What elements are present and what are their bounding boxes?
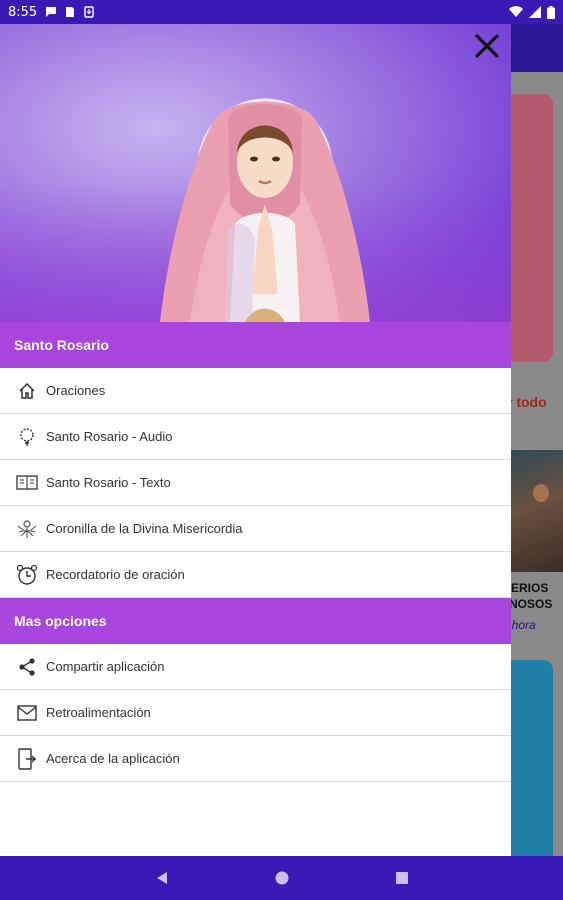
chat-icon bbox=[46, 7, 57, 17]
thumbnail-link: ahora bbox=[511, 618, 536, 632]
home-icon bbox=[16, 380, 38, 402]
close-icon bbox=[474, 33, 500, 59]
rosary-icon bbox=[16, 426, 38, 448]
back-icon bbox=[156, 872, 167, 884]
menu-item-acerca[interactable]: Acerca de la aplicación bbox=[0, 736, 511, 782]
divine-mercy-icon bbox=[16, 518, 38, 540]
wifi-icon bbox=[509, 6, 523, 18]
menu-item-label: Acerca de la aplicación bbox=[46, 751, 180, 766]
sim-icon bbox=[66, 7, 75, 17]
background-app-bar bbox=[511, 24, 563, 72]
menu-item-santo-rosario-audio[interactable]: Santo Rosario - Audio bbox=[0, 414, 511, 460]
battery-icon bbox=[547, 5, 555, 19]
status-right bbox=[509, 5, 555, 19]
section-header-mas-opciones: Mas opciones bbox=[0, 598, 511, 644]
download-icon bbox=[84, 6, 94, 18]
drawer-header-image bbox=[0, 24, 511, 322]
mail-icon bbox=[16, 702, 38, 724]
background-app: r todo ERIOS NOSOS ahora bbox=[511, 24, 563, 856]
menu-item-label: Compartir aplicación bbox=[46, 659, 165, 674]
menu-item-label: Santo Rosario - Texto bbox=[46, 475, 171, 490]
menu-item-label: Coronilla de la Divina Misericordia bbox=[46, 521, 243, 536]
background-card bbox=[511, 660, 553, 856]
mystery-thumbnail bbox=[511, 450, 563, 572]
about-icon bbox=[16, 747, 38, 770]
section-header-santo-rosario: Santo Rosario bbox=[0, 322, 511, 368]
status-bar: 8:55 bbox=[0, 0, 563, 24]
home-button[interactable] bbox=[272, 868, 292, 888]
alarm-clock-icon bbox=[16, 564, 38, 586]
background-card bbox=[511, 94, 553, 362]
recents-icon bbox=[395, 872, 408, 884]
back-button[interactable] bbox=[152, 868, 172, 888]
menu-item-recordatorio[interactable]: Recordatorio de oración bbox=[0, 552, 511, 598]
navigation-drawer: Santo Rosario Oraciones Santo Rosario - … bbox=[0, 24, 511, 856]
virgin-mary-illustration bbox=[160, 98, 370, 322]
home-circle-icon bbox=[275, 871, 288, 885]
share-icon bbox=[16, 656, 38, 678]
book-icon bbox=[16, 472, 38, 494]
menu-item-oraciones[interactable]: Oraciones bbox=[0, 368, 511, 414]
see-all-link: r todo bbox=[511, 394, 547, 410]
close-button[interactable] bbox=[469, 32, 505, 68]
menu-item-label: Santo Rosario - Audio bbox=[46, 429, 173, 444]
recents-button[interactable] bbox=[392, 868, 412, 888]
menu-item-compartir[interactable]: Compartir aplicación bbox=[0, 644, 511, 690]
thumbnail-caption: ERIOS bbox=[511, 581, 549, 595]
menu-item-label: Retroalimentación bbox=[46, 705, 151, 720]
thumbnail-figure bbox=[533, 484, 549, 502]
menu-item-santo-rosario-texto[interactable]: Santo Rosario - Texto bbox=[0, 460, 511, 506]
menu-item-label: Oraciones bbox=[46, 383, 106, 398]
menu-item-retroalimentacion[interactable]: Retroalimentación bbox=[0, 690, 511, 736]
status-time: 8:55 bbox=[8, 4, 38, 20]
signal-icon bbox=[529, 6, 541, 18]
menu-item-label: Recordatorio de oración bbox=[46, 567, 185, 582]
thumbnail-caption: NOSOS bbox=[511, 597, 553, 611]
system-nav-bar bbox=[0, 856, 563, 900]
menu-item-coronilla[interactable]: Coronilla de la Divina Misericordia bbox=[0, 506, 511, 552]
